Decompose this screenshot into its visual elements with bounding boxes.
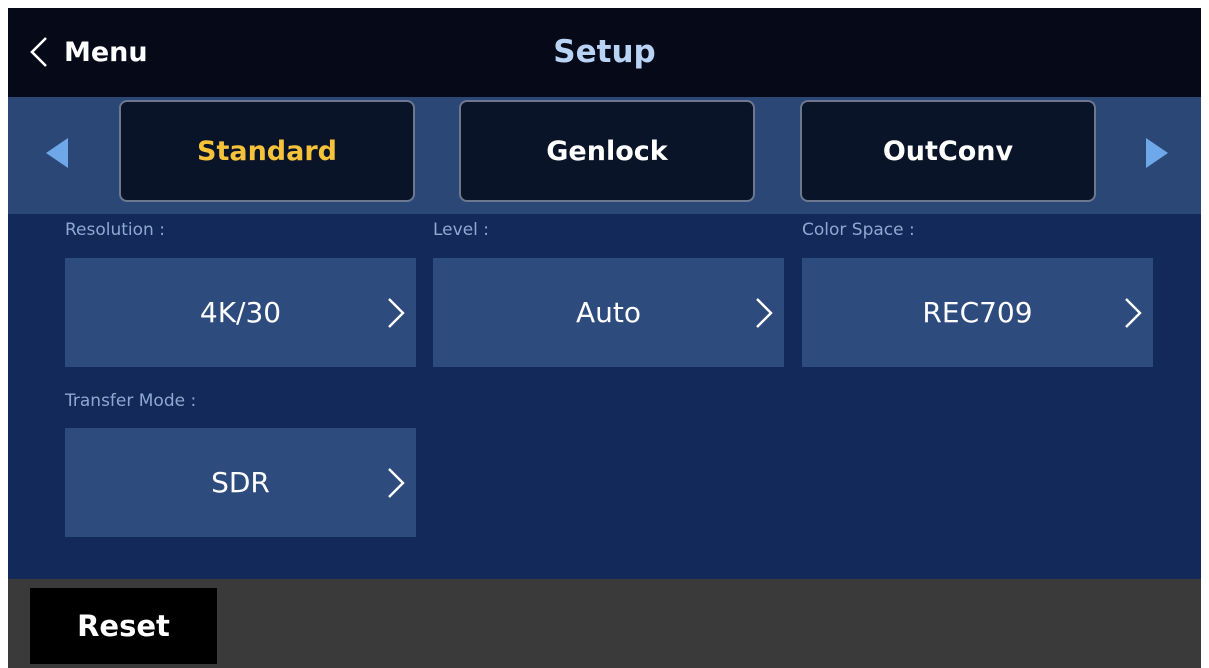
- prev-tabs-button[interactable]: [42, 135, 74, 171]
- chevron-right-icon: [754, 296, 774, 330]
- triangle-right-icon: [1146, 138, 1168, 168]
- next-tabs-button[interactable]: [1140, 135, 1172, 171]
- reset-button[interactable]: Reset: [30, 588, 217, 664]
- resolution-selector[interactable]: 4K/30: [65, 258, 416, 367]
- chevron-right-icon: [386, 466, 406, 500]
- level-selector[interactable]: Auto: [433, 258, 784, 367]
- chevron-right-icon: [386, 296, 406, 330]
- footer-bar: Reset: [8, 579, 1201, 668]
- level-value: Auto: [575, 296, 641, 329]
- setup-screen: Menu Setup Standard Genlock OutConv Reso…: [8, 8, 1201, 668]
- color-space-selector[interactable]: REC709: [802, 258, 1153, 367]
- tab-genlock[interactable]: Genlock: [459, 100, 755, 202]
- color-space-label: Color Space :: [802, 220, 915, 240]
- level-label: Level :: [433, 220, 490, 240]
- resolution-value: 4K/30: [199, 296, 282, 329]
- chevron-right-icon: [1123, 296, 1143, 330]
- transfer-mode-value: SDR: [211, 466, 270, 499]
- header-bar: Menu Setup: [8, 8, 1201, 97]
- tab-outconv[interactable]: OutConv: [800, 100, 1096, 202]
- transfer-mode-selector[interactable]: SDR: [65, 428, 416, 537]
- resolution-label: Resolution :: [65, 220, 165, 240]
- page-title: Setup: [553, 34, 656, 70]
- color-space-value: REC709: [922, 296, 1033, 329]
- tab-standard[interactable]: Standard: [119, 100, 415, 202]
- transfer-mode-label: Transfer Mode :: [65, 391, 197, 411]
- triangle-left-icon: [46, 138, 68, 168]
- tab-bar: Standard Genlock OutConv: [8, 97, 1201, 214]
